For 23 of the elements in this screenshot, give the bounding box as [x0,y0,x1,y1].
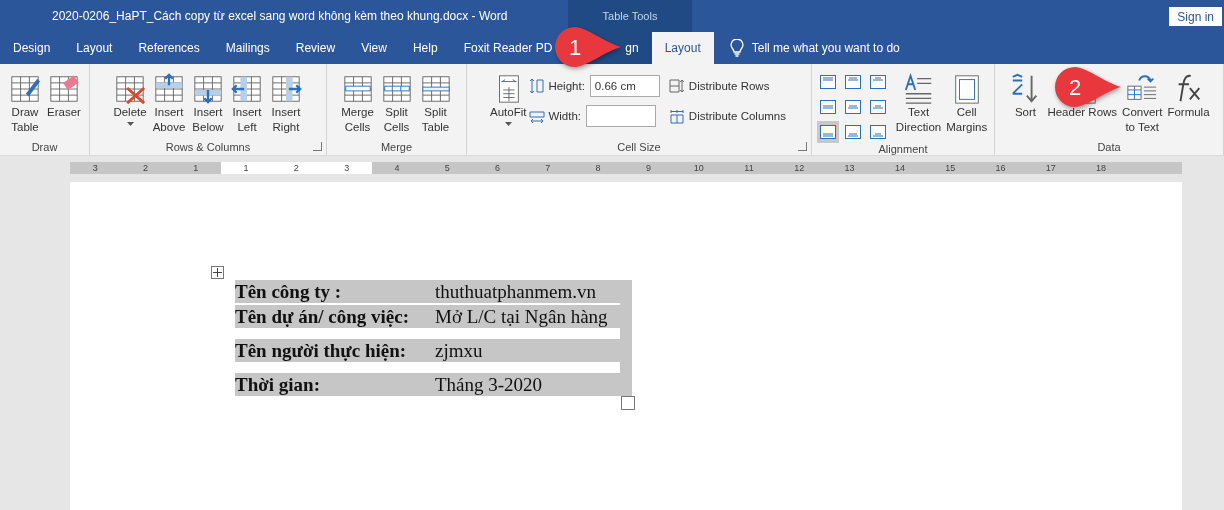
ruler-number: 3 [321,162,372,174]
step-marker-tooltip: 2 [1054,66,1122,108]
table-cell: Tên công ty : [235,280,430,303]
table-cell: Thời gian: [235,373,430,396]
ruler-number: 2 [271,162,322,174]
group-label: Merge [380,141,413,153]
context-label: Table Tools [568,0,692,32]
group-label: Alignment [878,143,928,155]
ruler-number: 1 [220,162,272,174]
group-label: Draw [31,141,58,153]
field-label: Width: [548,110,581,122]
group-label: Cell Size [617,141,661,153]
table-cell: zjmxu [430,339,620,362]
table-cell: Tên người thực hiện: [235,339,430,362]
step-marker-tooltip: 1 [554,26,622,68]
field-label: Height: [548,80,585,92]
group-label: Data [1097,141,1121,153]
table-cell: Tháng 3-2020 [430,373,620,396]
group-label: Rows & Columns [165,141,251,153]
table-cell: Mở L/C tại Ngân hàng [430,305,620,328]
table-cell: thuthuatphanmem.vn [430,280,620,303]
table-cell: Tên dự án/ công việc: [235,305,430,328]
window-title: 2020-0206_HaPT_Cách copy từ excel sang word không kèm theo khung.docx - Word [51,8,509,25]
